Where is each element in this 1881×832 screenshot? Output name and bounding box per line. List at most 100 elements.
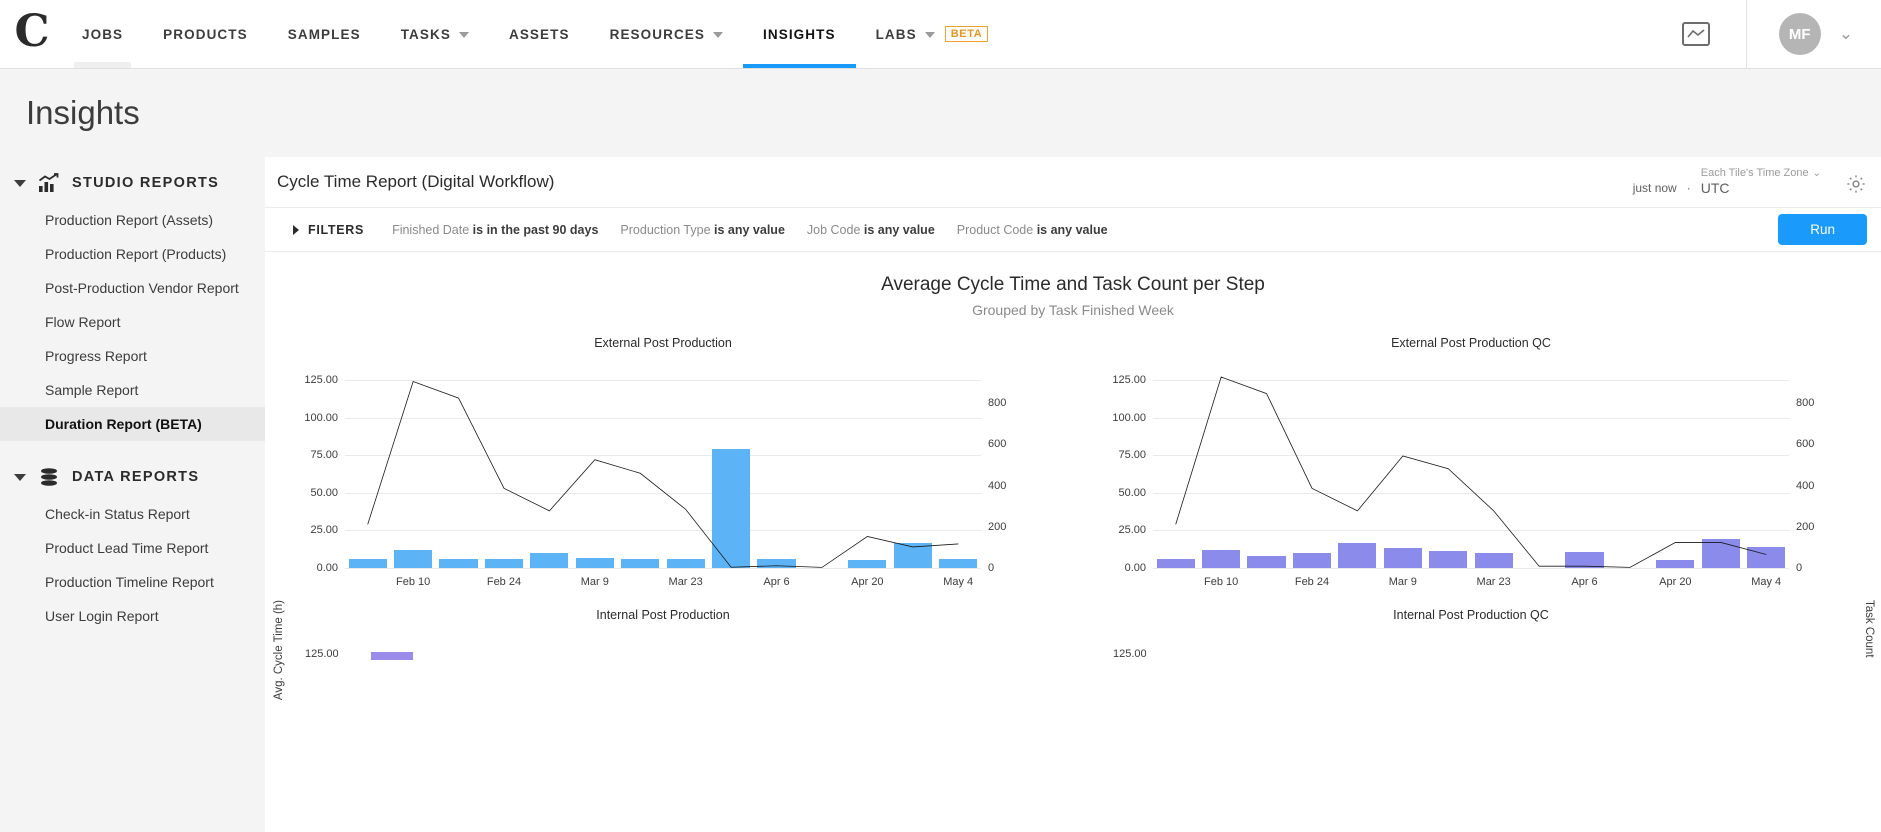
sidebar-item-product-lead-time-report[interactable]: Product Lead Time Report: [0, 531, 265, 565]
y-tick-left: 25.00: [1118, 524, 1146, 536]
sidebar-item-progress-report[interactable]: Progress Report: [0, 339, 265, 373]
sidebar-item-production-report-products[interactable]: Production Report (Products): [0, 237, 265, 271]
y-tick-right: 600: [988, 438, 1006, 450]
nav-item-label: JOBS: [82, 27, 123, 42]
y-tick-right: 800: [988, 397, 1006, 409]
sidebar-group-studio-reports[interactable]: STUDIO REPORTS: [0, 163, 265, 203]
x-tick-label: Apr 6: [1562, 570, 1607, 594]
chevron-down-icon: [713, 32, 723, 38]
timezone-label: Each Tile's Time Zone: [1701, 167, 1809, 180]
timezone-value: UTC: [1701, 180, 1821, 196]
nav-item-label: ASSETS: [509, 27, 570, 42]
filter-pill-production-type[interactable]: Production Type is any value: [620, 223, 784, 237]
bar[interactable]: [371, 652, 413, 660]
x-tick-label: Apr 20: [845, 570, 890, 594]
sidebar-item-sample-report[interactable]: Sample Report: [0, 373, 265, 407]
line-series: [345, 362, 981, 568]
filter-pill-list: Finished Date is in the past 90 days Prod…: [392, 223, 1130, 237]
gear-icon[interactable]: [1845, 173, 1867, 195]
chevron-down-icon[interactable]: ⌄: [1839, 24, 1853, 44]
y-tick-left: 100.00: [1112, 412, 1146, 424]
x-tick-label: [436, 570, 481, 594]
chart-grid-row-1: External Post Production 0.00 25.00 50.0…: [265, 336, 1881, 594]
sidebar-item-label: Production Report (Assets): [45, 212, 213, 228]
database-icon: [38, 466, 60, 488]
filters-bar: FILTERS Finished Date is in the past 90 …: [265, 208, 1881, 252]
nav-item-label: INSIGHTS: [763, 27, 836, 42]
panel-title: External Post Production: [293, 336, 1033, 350]
x-tick-label: Mar 23: [663, 570, 708, 594]
panel-title: External Post Production QC: [1101, 336, 1841, 350]
sidebar-item-production-timeline-report[interactable]: Production Timeline Report: [0, 565, 265, 599]
sidebar-item-label: Duration Report (BETA): [45, 416, 202, 432]
nav-item-labs[interactable]: LABS BETA: [856, 0, 1009, 68]
chevron-down-icon: [925, 32, 935, 38]
chevron-down-icon: [459, 32, 469, 38]
sidebar-item-duration-report-beta[interactable]: Duration Report (BETA): [0, 407, 265, 441]
nav-item-jobs[interactable]: JOBS: [62, 0, 143, 68]
sidebar-group-label: STUDIO REPORTS: [72, 175, 219, 191]
nav-item-insights[interactable]: INSIGHTS: [743, 0, 856, 68]
filter-pill-product-code[interactable]: Product Code is any value: [957, 223, 1108, 237]
sidebar-group-label: DATA REPORTS: [72, 469, 199, 485]
avatar[interactable]: MF: [1779, 13, 1821, 55]
y-tick-right: 600: [1796, 438, 1814, 450]
app-logo[interactable]: C: [0, 0, 62, 68]
filters-toggle[interactable]: FILTERS: [293, 223, 364, 237]
sidebar-item-label: Sample Report: [45, 382, 138, 398]
y-tick-left: 25.00: [310, 524, 338, 536]
x-tick-label: Feb 10: [1198, 570, 1243, 594]
y-tick-left: 100.00: [304, 412, 338, 424]
sidebar: STUDIO REPORTS Production Report (Assets…: [0, 157, 265, 832]
panel-title: Internal Post Production QC: [1101, 608, 1841, 622]
y-tick-right: 200: [1796, 521, 1814, 533]
line-series: [1153, 362, 1789, 568]
plot-clipped: 125.00: [293, 622, 1033, 666]
nav-item-label: PRODUCTS: [163, 27, 248, 42]
sidebar-item-flow-report[interactable]: Flow Report: [0, 305, 265, 339]
x-tick-label: [1244, 570, 1289, 594]
y-tick-right: 400: [1796, 480, 1814, 492]
x-tick-label: Mar 23: [1471, 570, 1516, 594]
nav-item-samples[interactable]: SAMPLES: [268, 0, 381, 68]
x-tick-label: Feb 24: [1289, 570, 1334, 594]
filter-value: is any value: [864, 223, 935, 237]
inbox-icon[interactable]: [1682, 22, 1710, 46]
x-tick-label: [1698, 570, 1743, 594]
nav-item-products[interactable]: PRODUCTS: [143, 0, 268, 68]
nav-divider: [1746, 0, 1747, 68]
chart-panel: External Post Production QC 0.00 25.00 5…: [1073, 336, 1881, 594]
filter-pill-finished-date[interactable]: Finished Date is in the past 90 days: [392, 223, 598, 237]
y-tick-left: 75.00: [1118, 449, 1146, 461]
timezone-selector[interactable]: Each Tile's Time Zone ⌄ UTC: [1701, 167, 1821, 197]
sidebar-item-check-in-status-report[interactable]: Check-in Status Report: [0, 497, 265, 531]
x-axis-labels: Feb 10Feb 24Mar 9Mar 23Apr 6Apr 20May 4: [1153, 570, 1789, 594]
sidebar-item-label: Check-in Status Report: [45, 506, 190, 522]
plot-inner: 0.00 25.00 50.00 75.00 100.00 125.000200…: [1153, 362, 1789, 568]
nav-item-label: SAMPLES: [288, 27, 361, 42]
sidebar-item-production-report-assets[interactable]: Production Report (Assets): [0, 203, 265, 237]
header-separator: ·: [1687, 181, 1691, 197]
sidebar-item-label: Production Report (Products): [45, 246, 226, 262]
x-tick-label: [708, 570, 753, 594]
y-tick-left: 75.00: [310, 449, 338, 461]
top-navigation-bar: C JOBS PRODUCTS SAMPLES TASKS ASSETS RES…: [0, 0, 1881, 69]
filters-label: FILTERS: [308, 223, 364, 237]
sidebar-group-data-reports[interactable]: DATA REPORTS: [0, 457, 265, 497]
sidebar-item-post-production-vendor-report[interactable]: Post-Production Vendor Report: [0, 271, 265, 305]
sidebar-item-user-login-report[interactable]: User Login Report: [0, 599, 265, 633]
y-tick-right: 0: [988, 562, 994, 574]
report-header: Cycle Time Report (Digital Workflow) jus…: [265, 157, 1881, 208]
panel-title: Internal Post Production: [293, 608, 1033, 622]
sidebar-item-label: Post-Production Vendor Report: [45, 280, 239, 296]
filter-pill-job-code[interactable]: Job Code is any value: [807, 223, 935, 237]
nav-item-resources[interactable]: RESOURCES: [590, 0, 743, 68]
filter-field: Finished Date: [392, 223, 469, 237]
run-button[interactable]: Run: [1778, 214, 1867, 245]
x-tick-label: [345, 570, 390, 594]
chevron-down-icon: ⌄: [1813, 168, 1821, 180]
nav-item-tasks[interactable]: TASKS: [381, 0, 489, 68]
nav-item-assets[interactable]: ASSETS: [489, 0, 590, 68]
plot: 0.00 25.00 50.00 75.00 100.00 125.000200…: [293, 362, 1033, 594]
plot-inner: 0.00 25.00 50.00 75.00 100.00 125.000200…: [345, 362, 981, 568]
